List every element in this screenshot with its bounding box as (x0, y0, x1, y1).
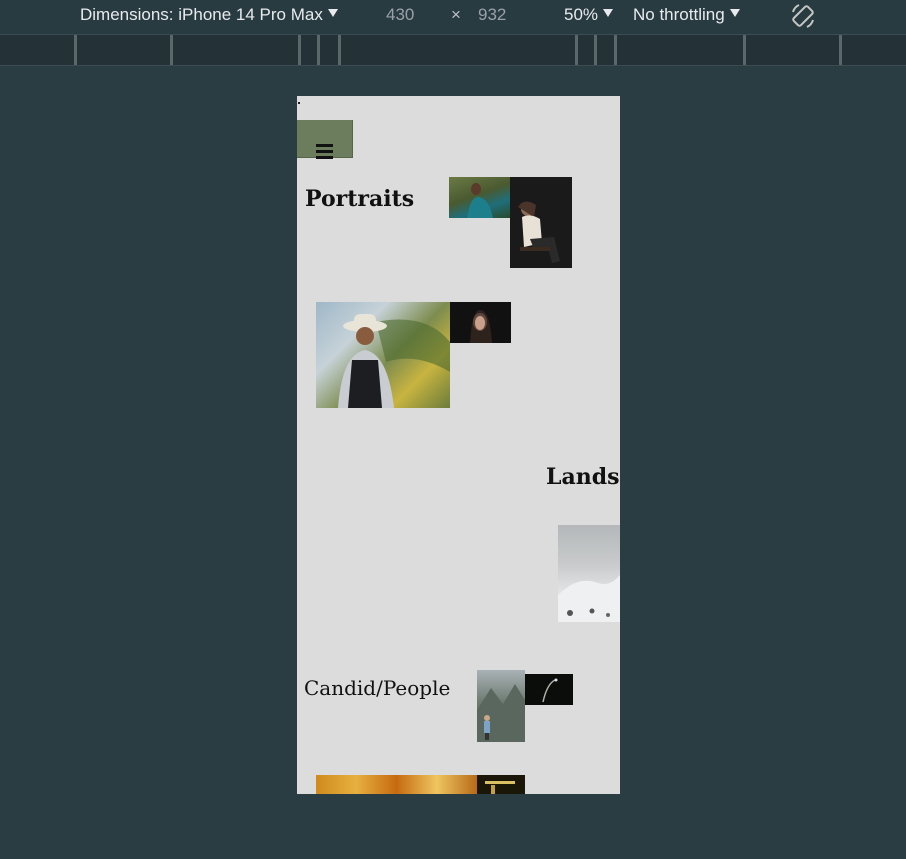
caret-down-icon (729, 9, 740, 17)
device-dimensions-dropdown[interactable]: Dimensions: iPhone 14 Pro Max (80, 5, 338, 25)
ruler-tick (839, 35, 842, 65)
ruler-tick (594, 35, 597, 65)
devtools-device-toolbar: Dimensions: iPhone 14 Pro Max 430 × 932 … (0, 0, 906, 34)
zoom-label: 50% (564, 5, 599, 24)
ruler-tick (298, 35, 301, 65)
ruler-tick (170, 35, 173, 65)
ruler-tick (338, 35, 341, 65)
candid-people-heading: Candid/People (304, 676, 451, 700)
portrait-woman-teal-dress-photo[interactable] (449, 177, 510, 218)
candid-hiker-mountains-photo[interactable] (477, 670, 525, 742)
zoom-dropdown[interactable]: 50% (564, 5, 614, 25)
ruler-tick (575, 35, 578, 65)
media-query-ruler[interactable] (0, 34, 906, 66)
height-input[interactable]: 932 (478, 5, 506, 25)
portrait-woman-black-bg-photo[interactable] (450, 302, 511, 343)
candid-dark-lights-photo[interactable] (477, 775, 525, 794)
stray-dot (298, 102, 300, 104)
times-separator: × (451, 5, 461, 24)
ruler-tick (614, 35, 617, 65)
hamburger-icon (316, 144, 333, 162)
throttling-dropdown[interactable]: No throttling (633, 5, 740, 25)
landscape-heading: Landsc (546, 464, 620, 490)
landscape-snowy-slope-photo[interactable] (558, 525, 620, 622)
device-viewport[interactable]: Portraits Landsc Candid/People (297, 96, 620, 794)
caret-down-icon (327, 9, 338, 17)
ruler-tick (317, 35, 320, 65)
candid-autumn-trees-photo[interactable] (316, 775, 477, 794)
width-input[interactable]: 430 (386, 5, 414, 25)
ruler-tick (74, 35, 77, 65)
candid-dark-night-photo[interactable] (525, 674, 573, 705)
menu-button[interactable] (297, 120, 353, 159)
throttling-label: No throttling (633, 5, 725, 24)
portraits-heading: Portraits (305, 186, 415, 212)
device-dimensions-label: Dimensions: iPhone 14 Pro Max (80, 5, 323, 24)
caret-down-icon (603, 9, 614, 17)
portrait-woman-chair-dark-photo[interactable] (510, 177, 572, 268)
ruler-tick (743, 35, 746, 65)
portrait-man-cowboy-hat-photo[interactable] (316, 302, 450, 408)
rotate-icon[interactable] (789, 2, 817, 30)
